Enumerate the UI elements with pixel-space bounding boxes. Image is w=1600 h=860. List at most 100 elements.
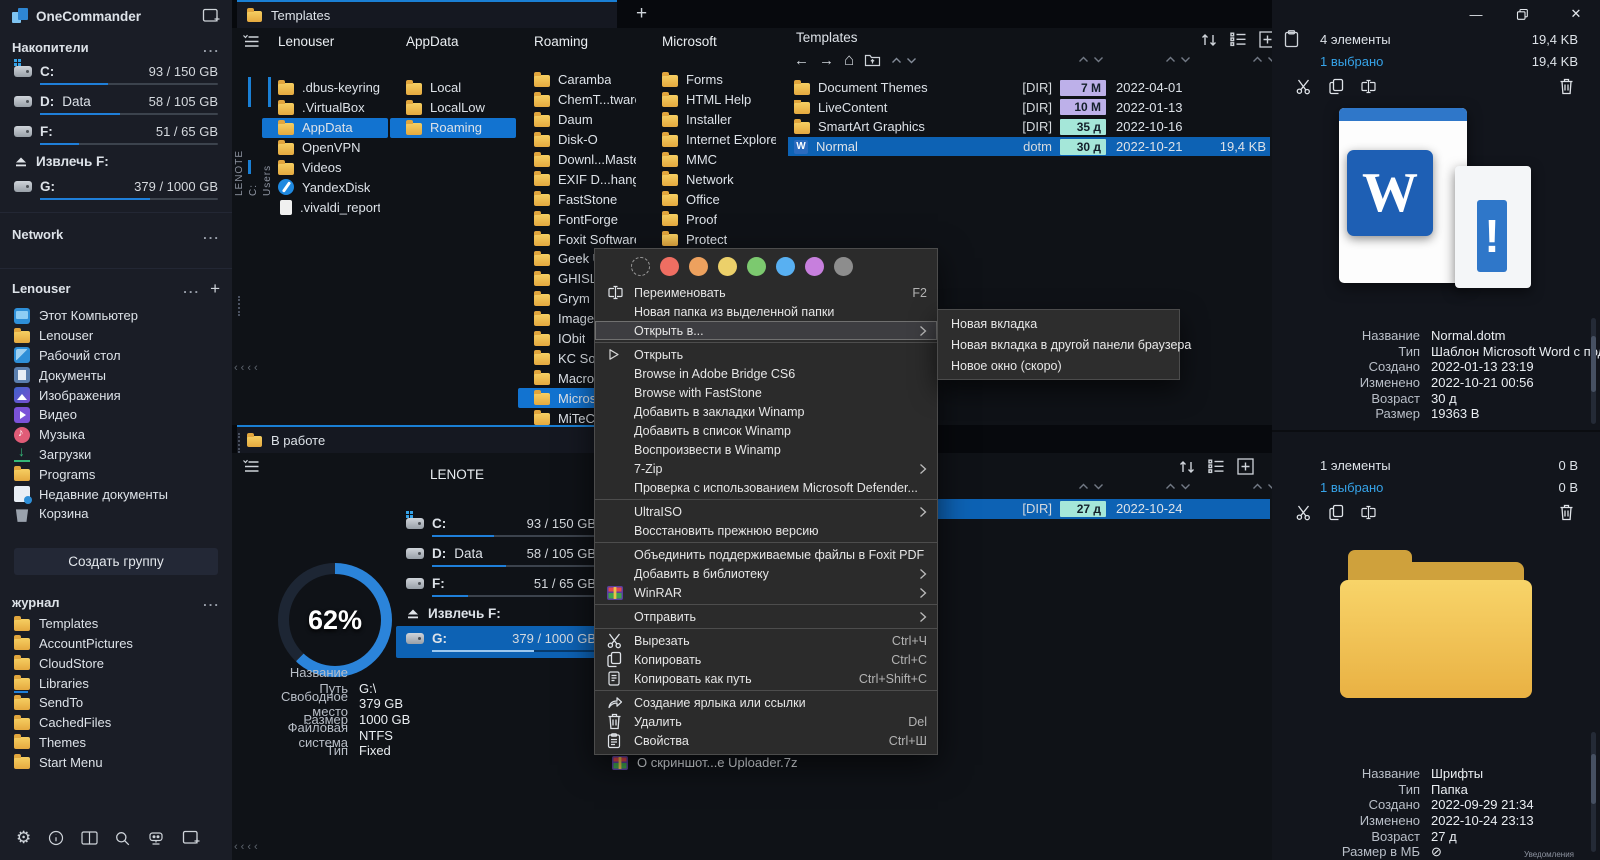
menu-item[interactable]: Копировать как путь Ctrl+Shift+C xyxy=(595,669,937,688)
journal-folder-item[interactable]: CachedFiles xyxy=(12,713,220,733)
sort-chevrons-icon[interactable] xyxy=(891,57,917,64)
column-item[interactable]: Proof xyxy=(646,209,784,229)
sort-date-chevrons[interactable] xyxy=(1165,483,1191,490)
column-item[interactable]: Protect xyxy=(646,229,784,249)
sort-icon[interactable] xyxy=(1178,459,1196,475)
archive-file-row[interactable]: О скриншот...е Uploader.7z xyxy=(612,755,798,770)
drive-item[interactable]: C: 93 / 150 GB xyxy=(12,59,220,89)
drive-item[interactable]: D: Data 58 / 105 GB xyxy=(12,89,220,119)
copy-icon[interactable] xyxy=(1329,78,1344,95)
column-item[interactable]: MMC xyxy=(646,150,784,170)
column-item[interactable]: Daum xyxy=(518,110,644,130)
drive-item[interactable]: F: 51 / 65 GB xyxy=(404,571,598,601)
column-item[interactable]: Network xyxy=(646,169,784,189)
submenu-item[interactable]: Новое окно (скоро) xyxy=(938,355,1179,376)
new-window-icon[interactable] xyxy=(202,8,220,24)
view-mode-icon[interactable] xyxy=(1208,459,1225,474)
drag-handle-dots[interactable] xyxy=(238,296,242,316)
menu-item[interactable]: Browse in Adobe Bridge CS6 xyxy=(595,364,937,383)
menu-item[interactable]: Удалить Del xyxy=(595,712,937,731)
journal-more-icon[interactable]: ... xyxy=(203,595,220,608)
menu-item[interactable]: Открыть в... xyxy=(595,321,937,340)
file-row[interactable]: SmartArt Graphics [DIR] 35 д 2022-10-16 xyxy=(788,117,1270,137)
menu-item[interactable]: Восстановить прежнюю версию xyxy=(595,521,937,540)
sidebar-item-downloads[interactable]: Загрузки xyxy=(12,443,220,465)
notifications-label[interactable]: Уведомления xyxy=(1524,850,1574,859)
menu-item[interactable]: 7-Zip xyxy=(595,459,937,478)
drive-item[interactable]: C: 93 / 150 GB xyxy=(404,511,598,541)
drive-item[interactable]: G: 379 / 1000 GB xyxy=(396,626,606,658)
minimize-button[interactable]: — xyxy=(1466,7,1486,22)
menu-item[interactable]: Переименовать F2 xyxy=(595,283,937,302)
folder-up-icon[interactable] xyxy=(864,53,881,67)
cut-icon[interactable] xyxy=(1296,78,1313,95)
drag-handle-dots[interactable] xyxy=(238,433,242,453)
drive-item[interactable]: G: 379 / 1000 GB xyxy=(12,174,220,204)
color-tag-swatch[interactable] xyxy=(834,257,853,276)
menu-item[interactable]: Добавить в список Winamp xyxy=(595,421,937,440)
file-row[interactable]: LiveContent [DIR] 10 М 2022-01-13 xyxy=(788,98,1270,118)
column-item[interactable]: OpenVPN xyxy=(262,138,388,158)
menu-item[interactable]: UltraISO xyxy=(595,502,937,521)
eject-drive-row[interactable]: Извлечь F: xyxy=(404,601,598,626)
sidebar-item-pictures[interactable]: Изображения xyxy=(12,385,220,405)
back-icon[interactable]: ← xyxy=(794,52,809,69)
assistant-robot-icon[interactable] xyxy=(147,831,165,846)
add-window-icon[interactable] xyxy=(182,830,200,846)
column-item[interactable]: AppData xyxy=(262,117,388,138)
forward-icon[interactable]: → xyxy=(819,52,834,69)
view-mode-icon[interactable] xyxy=(1230,32,1247,47)
sort-icon[interactable] xyxy=(1200,32,1218,48)
column-item[interactable]: Downl...Master xyxy=(518,150,644,170)
new-tab-button[interactable]: + xyxy=(636,3,647,25)
column-item[interactable]: Installer xyxy=(646,110,784,130)
color-tag-swatch[interactable] xyxy=(660,257,679,276)
menu-item[interactable]: Добавить в библиотеку xyxy=(595,564,937,583)
color-tag-swatch[interactable] xyxy=(747,257,766,276)
color-tag-swatch[interactable] xyxy=(805,257,824,276)
user-more-icon[interactable]: ... xyxy=(183,282,200,295)
menu-item[interactable]: Вырезать Ctrl+Ч xyxy=(595,631,937,650)
column-item[interactable]: Roaming xyxy=(390,117,516,138)
paste-icon[interactable] xyxy=(1284,30,1299,48)
drive-item[interactable]: D: Data 58 / 105 GB xyxy=(404,541,598,571)
menu-item[interactable]: Browse with FastStone xyxy=(595,383,937,402)
journal-folder-item[interactable]: Libraries xyxy=(12,673,220,694)
sidebar-item-folder[interactable]: Lenouser xyxy=(12,326,220,346)
column-item[interactable]: Internet Explorer xyxy=(646,130,784,150)
journal-folder-item[interactable]: CloudStore xyxy=(12,653,220,673)
settings-gear-icon[interactable]: ⚙ xyxy=(16,829,31,846)
color-tag-swatch[interactable] xyxy=(689,257,708,276)
network-more-icon[interactable]: ... xyxy=(203,228,220,241)
column-item[interactable]: .vivaldi_reporti... xyxy=(262,197,388,217)
sidebar-item-recycle[interactable]: Корзина xyxy=(12,504,220,524)
scrollbar[interactable] xyxy=(1591,732,1596,852)
eject-drive-row[interactable]: Извлечь F: xyxy=(12,149,220,174)
file-row[interactable]: Document Themes [DIR] 7 М 2022-04-01 xyxy=(788,78,1270,98)
submenu-item[interactable]: Новая вкладка в другой панели браузера xyxy=(938,334,1191,355)
sort-type-chevrons[interactable] xyxy=(1078,483,1104,490)
color-tag-swatch[interactable] xyxy=(631,257,650,276)
column-item[interactable]: .VirtualBox xyxy=(262,98,388,118)
user-add-icon[interactable]: + xyxy=(210,280,220,297)
drives-more-icon[interactable]: ... xyxy=(203,41,220,54)
submenu-item[interactable]: Новая вкладка xyxy=(938,313,1179,334)
split-view-icon[interactable] xyxy=(81,831,98,845)
close-button[interactable]: ✕ xyxy=(1566,6,1586,22)
collapse-chevrons[interactable]: ‹‹‹‹ xyxy=(234,841,261,853)
panel-menu-icon[interactable] xyxy=(242,459,260,473)
sort-type-chevrons[interactable] xyxy=(1078,56,1104,63)
menu-item[interactable]: Открыть xyxy=(595,345,937,364)
sidebar-item-recent[interactable]: Недавние документы xyxy=(12,484,220,505)
home-icon[interactable]: ⌂ xyxy=(844,50,854,70)
color-tag-swatch[interactable] xyxy=(718,257,737,276)
column-item[interactable]: FontForge xyxy=(518,209,644,229)
column-item[interactable]: Local xyxy=(390,78,516,98)
menu-item[interactable]: Добавить в закладки Winamp xyxy=(595,402,937,421)
menu-item[interactable]: Объединить поддерживаемые файлы в Foxit … xyxy=(595,545,937,564)
sidebar-item-computer[interactable]: Этот Компьютер xyxy=(12,306,220,326)
menu-item[interactable]: Создание ярлыка или ссылки xyxy=(595,693,937,712)
column-item[interactable]: FastStone xyxy=(518,189,644,209)
sidebar-item-documents[interactable]: Документы xyxy=(12,365,220,385)
info-icon[interactable] xyxy=(48,830,64,846)
